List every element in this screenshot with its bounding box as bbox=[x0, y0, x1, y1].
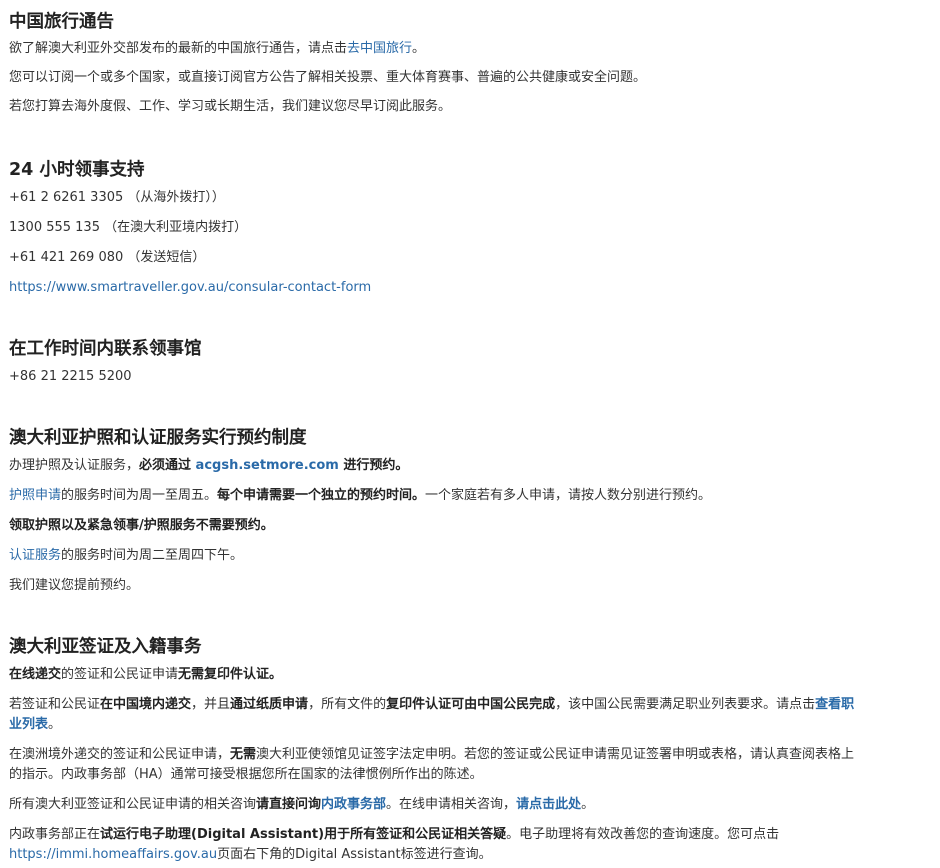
text: 内政事务部正在 bbox=[9, 827, 101, 842]
bold-text: 无需 bbox=[230, 747, 257, 762]
section-contact-consulate: 在工作时间内联系领事馆 +86 21 2215 5200 bbox=[9, 337, 202, 387]
text: 。 bbox=[48, 717, 62, 732]
paragraph: 领取护照以及紧急领事/护照服务不需要预约。 bbox=[9, 516, 711, 536]
section-title: 中国旅行通告 bbox=[9, 12, 114, 32]
phone-domestic: 1300 555 135 （在澳大利亚境内拨打） bbox=[9, 220, 248, 235]
text: 一个家庭若有多人申请，请按人数分别进行预约。 bbox=[425, 488, 712, 503]
paragraph: 内政事务部正在试运行电子助理(Digital Assistant)用于所有签证和… bbox=[9, 825, 859, 865]
text: 欲了解澳大利亚外交部发布的最新的中国旅行通告，请点击 bbox=[9, 41, 348, 56]
passport-application-link[interactable]: 护照申请 bbox=[9, 488, 61, 503]
bold-text: 在线递交 bbox=[9, 667, 62, 682]
text: 。 bbox=[412, 41, 426, 56]
paragraph: 认证服务的服务时间为周二至周四下午。 bbox=[9, 546, 711, 566]
paragraph: 若您打算去海外度假、工作、学习或长期生活，我们建议您尽早订阅此服务。 bbox=[9, 99, 452, 114]
notarial-service-link[interactable]: 认证服务 bbox=[9, 548, 61, 563]
click-here-link[interactable]: 请点击此处 bbox=[516, 797, 581, 812]
bold-text: 无需复印件认证。 bbox=[178, 667, 283, 682]
section-title: 澳大利亚护照和认证服务实行预约制度 bbox=[9, 428, 307, 448]
section-china-travel-advice: 中国旅行通告 欲了解澳大利亚外交部发布的最新的中国旅行通告，请点击去中国旅行。 … bbox=[9, 10, 646, 117]
text: ，该中国公民需要满足职业列表要求。请点击 bbox=[555, 697, 816, 712]
immi-homeaffairs-link[interactable]: https://immi.homeaffairs.gov.au bbox=[9, 847, 217, 862]
text: 所有澳大利亚签证和公民证申请的相关咨询 bbox=[9, 797, 257, 812]
section-title: 在工作时间内联系领事馆 bbox=[9, 339, 202, 359]
china-travel-link[interactable]: 去中国旅行 bbox=[347, 41, 412, 56]
bold-text: 必须通过 bbox=[139, 458, 196, 473]
text: 。电子助理将有效改善您的查询速度。您可点击 bbox=[506, 827, 780, 842]
paragraph: 在澳洲境外递交的签证和公民证申请，无需澳大利亚使领馆见证签字法定申明。若您的签证… bbox=[9, 745, 859, 785]
home-affairs-link[interactable]: 内政事务部 bbox=[321, 797, 386, 812]
bold-text: 领取护照以及紧急领事/护照服务不需要预约。 bbox=[9, 518, 274, 533]
bold-text: 进行预约。 bbox=[338, 458, 409, 473]
paragraph: 若签证和公民证在中国境内递交，并且通过纸质申请，所有文件的复印件认证可由中国公民… bbox=[9, 695, 859, 735]
paragraph: https://www.smartraveller.gov.au/consula… bbox=[9, 278, 371, 298]
paragraph: 欲了解澳大利亚外交部发布的最新的中国旅行通告，请点击去中国旅行。 bbox=[9, 39, 646, 59]
bold-text: 请直接问询 bbox=[256, 797, 322, 812]
section-title: 澳大利亚签证及入籍事务 bbox=[9, 637, 202, 657]
bold-text: 试运行电子助理(Digital Assistant)用于所有签证和公民证相关答疑 bbox=[100, 827, 507, 842]
text: 办理护照及认证服务， bbox=[9, 458, 140, 473]
text: 的签证和公民证申请 bbox=[61, 667, 179, 682]
section-passport-appointments: 澳大利亚护照和认证服务实行预约制度 办理护照及认证服务，必须通过 acgsh.s… bbox=[9, 426, 711, 596]
text: 在澳洲境外递交的签证和公民证申请， bbox=[9, 747, 231, 762]
text: ，所有文件的 bbox=[308, 697, 387, 712]
bold-text: 每个申请需要一个独立的预约时间。 bbox=[217, 488, 426, 503]
section-title: 24 小时领事支持 bbox=[9, 160, 145, 180]
text: 页面右下角的Digital Assistant标签进行查询。 bbox=[217, 847, 492, 862]
bold-text: 在中国境内递交 bbox=[100, 697, 192, 712]
text: 若签证和公民证 bbox=[9, 697, 101, 712]
paragraph: 在线递交的签证和公民证申请无需复印件认证。 bbox=[9, 665, 859, 685]
text: 的服务时间为周二至周四下午。 bbox=[61, 548, 244, 563]
consulate-phone: +86 21 2215 5200 bbox=[9, 369, 132, 384]
phone-overseas: +61 2 6261 3305 （从海外拨打）） bbox=[9, 190, 225, 205]
text: ，并且 bbox=[191, 697, 231, 712]
paragraph: 所有澳大利亚签证和公民证申请的相关咨询请直接问询内政事务部。在线申请相关咨询，请… bbox=[9, 795, 859, 815]
bold-text: 复印件认证可由中国公民完成 bbox=[386, 697, 556, 712]
section-visa-citizenship: 澳大利亚签证及入籍事务 在线递交的签证和公民证申请无需复印件认证。 若签证和公民… bbox=[9, 635, 859, 865]
section-consular-support: 24 小时领事支持 +61 2 6261 3305 （从海外拨打）） 1300 … bbox=[9, 158, 371, 298]
paragraph: 办理护照及认证服务，必须通过 acgsh.setmore.com 进行预约。 bbox=[9, 456, 711, 476]
text: 。 bbox=[581, 797, 595, 812]
setmore-link[interactable]: acgsh.setmore.com bbox=[196, 458, 339, 473]
text: 的服务时间为周一至周五。 bbox=[61, 488, 218, 503]
paragraph: 我们建议您提前预约。 bbox=[9, 578, 140, 593]
consular-contact-form-link[interactable]: https://www.smartraveller.gov.au/consula… bbox=[9, 280, 371, 295]
text: 。在线申请相关咨询， bbox=[386, 797, 517, 812]
paragraph: 您可以订阅一个或多个国家，或直接订阅官方公告了解相关投票、重大体育赛事、普遍的公… bbox=[9, 70, 647, 85]
bold-text: 通过纸质申请 bbox=[230, 697, 309, 712]
sms-number: +61 421 269 080 （发送短信） bbox=[9, 250, 206, 265]
paragraph: 护照申请的服务时间为周一至周五。每个申请需要一个独立的预约时间。一个家庭若有多人… bbox=[9, 486, 711, 506]
